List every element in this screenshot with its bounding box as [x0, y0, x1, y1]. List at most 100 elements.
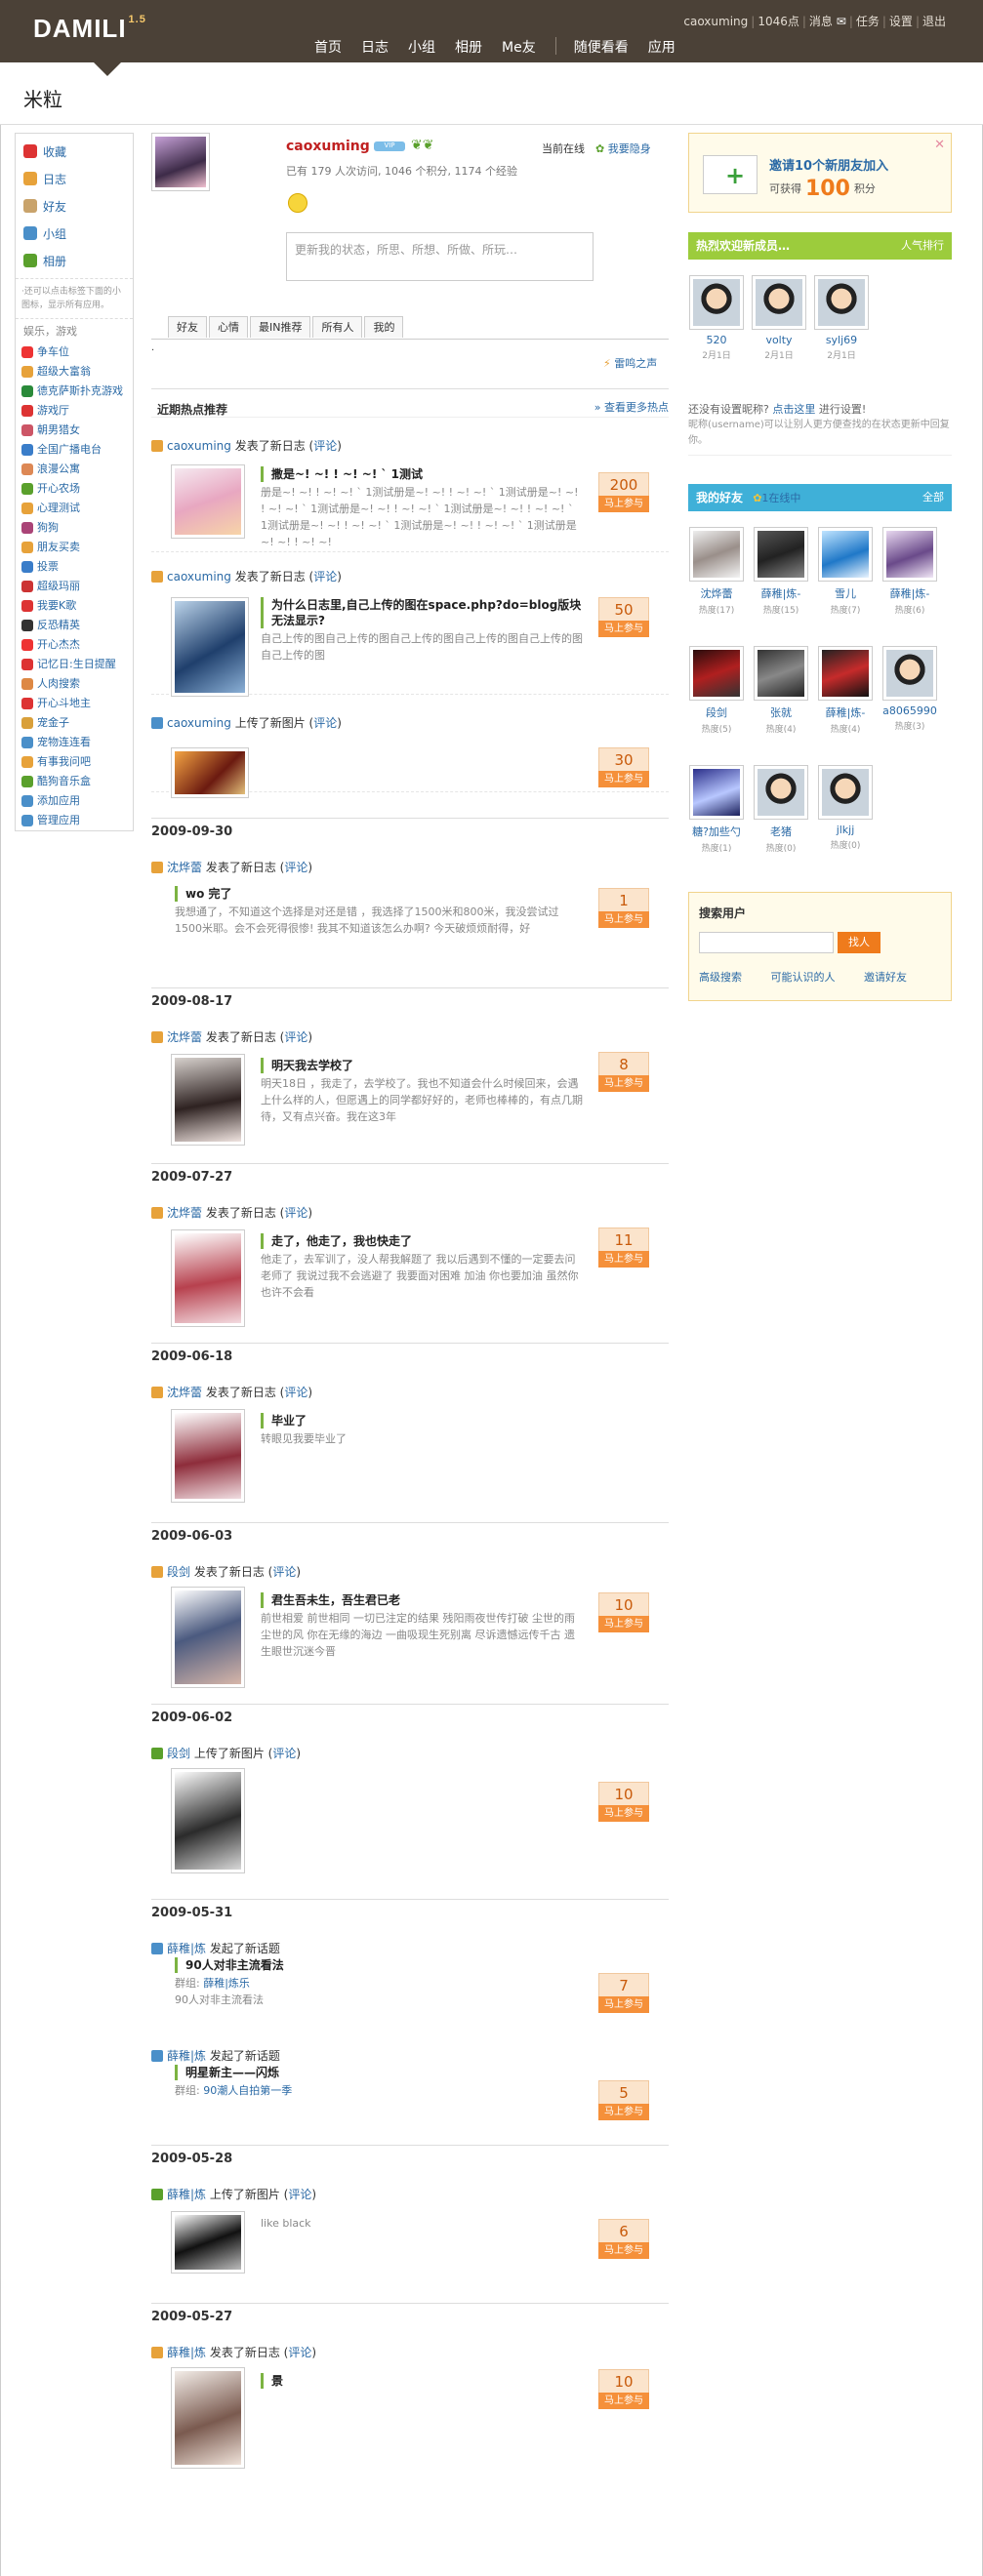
feed-user-link[interactable]: 段剑: [167, 1747, 190, 1760]
participate-button[interactable]: 7 马上参与: [598, 1973, 649, 2013]
feed-user-link[interactable]: 薛稚|炼: [167, 2346, 206, 2359]
comment-link[interactable]: 评论: [313, 570, 337, 584]
friend-avatar[interactable]: [754, 646, 808, 701]
friend-name[interactable]: 薛稚|炼-: [817, 704, 874, 720]
search-button[interactable]: 找人: [838, 932, 881, 953]
comment-link[interactable]: 评论: [288, 2188, 311, 2201]
friend-item[interactable]: 薛稚|炼- 热度(4): [817, 646, 874, 735]
comment-link[interactable]: 评论: [284, 1206, 307, 1220]
friend-avatar[interactable]: [754, 527, 808, 582]
new-member[interactable]: sylj69 2月1日: [813, 275, 870, 361]
participate-button[interactable]: 6 马上参与: [598, 2219, 649, 2259]
comment-link[interactable]: 评论: [284, 861, 307, 874]
sidebar-item-blog[interactable]: 日志: [16, 165, 133, 192]
search-input[interactable]: [699, 932, 834, 953]
nav-home[interactable]: 首页: [314, 37, 342, 57]
comment-link[interactable]: 评论: [272, 1747, 296, 1760]
points-link[interactable]: 1046点: [758, 15, 799, 28]
sidebar-item-album[interactable]: 相册: [16, 247, 133, 274]
all-friends-link[interactable]: 全部: [922, 484, 944, 511]
app-item[interactable]: 朋友买卖: [16, 538, 133, 557]
app-item[interactable]: 管理应用: [16, 811, 133, 830]
friend-item[interactable]: 糖?加些勺 热度(1): [688, 765, 745, 854]
comment-link[interactable]: 评论: [284, 1386, 307, 1399]
friend-avatar[interactable]: [689, 646, 744, 701]
feed-title[interactable]: 走了，他走了，我也快走了: [261, 1233, 583, 1249]
avatar[interactable]: [151, 133, 210, 191]
feed-thumbnail[interactable]: [171, 1054, 245, 1146]
app-item[interactable]: 宠金子: [16, 713, 133, 733]
member-name[interactable]: 520: [688, 334, 745, 346]
set-nickname-link[interactable]: 点击这里: [772, 403, 815, 416]
app-item[interactable]: 浪漫公寓: [16, 460, 133, 479]
group-link[interactable]: 90潮人自拍第一季: [203, 2084, 292, 2097]
comment-link[interactable]: 评论: [313, 716, 337, 730]
participate-button[interactable]: 50 马上参与: [598, 597, 649, 637]
friend-avatar[interactable]: [689, 527, 744, 582]
friend-item[interactable]: 沈烨蕾 热度(17): [688, 527, 745, 616]
app-item[interactable]: 超级大富翁: [16, 362, 133, 382]
feed-thumbnail[interactable]: [171, 2211, 245, 2274]
feed-user-link[interactable]: 段剑: [167, 1565, 190, 1579]
feed-title[interactable]: 景: [261, 2373, 583, 2389]
advanced-search-link[interactable]: 高级搜索: [699, 971, 742, 984]
friend-item[interactable]: 老猪 热度(0): [753, 765, 809, 854]
friend-item[interactable]: a8065990 热度(3): [881, 646, 938, 732]
friend-avatar[interactable]: [882, 646, 937, 701]
invite-link[interactable]: 邀请10个新朋友加入: [769, 155, 888, 174]
app-item[interactable]: 心理测试: [16, 499, 133, 518]
participate-button[interactable]: 11 马上参与: [598, 1228, 649, 1268]
sidebar-item-groups[interactable]: 小组: [16, 220, 133, 247]
feed-user-link[interactable]: 薛稚|炼: [167, 2188, 206, 2201]
nav-apps[interactable]: 应用: [648, 37, 676, 57]
participate-button[interactable]: 30 马上参与: [598, 747, 649, 787]
new-member[interactable]: volty 2月1日: [751, 275, 807, 361]
app-item[interactable]: 德克萨斯扑克游戏: [16, 382, 133, 401]
app-item[interactable]: 酷狗音乐盒: [16, 772, 133, 791]
tasks-link[interactable]: 任务: [856, 15, 880, 28]
new-member[interactable]: 520 2月1日: [688, 275, 745, 361]
tab-everyone[interactable]: 所有人: [312, 316, 363, 338]
app-item[interactable]: 记忆日:生日提醒: [16, 655, 133, 674]
hot-more-link[interactable]: » 查看更多热点: [594, 399, 669, 415]
app-item[interactable]: 朝男猎女: [16, 421, 133, 440]
member-avatar[interactable]: [814, 275, 869, 330]
member-avatar[interactable]: [752, 275, 806, 330]
comment-link[interactable]: 评论: [284, 1030, 307, 1044]
app-item[interactable]: 狗狗: [16, 518, 133, 538]
tab-mine[interactable]: 我的: [364, 316, 404, 338]
friend-avatar[interactable]: [754, 765, 808, 820]
app-item[interactable]: 人肉搜索: [16, 674, 133, 694]
friend-name[interactable]: 沈烨蕾: [688, 585, 745, 601]
feed-user-link[interactable]: caoxuming: [167, 570, 231, 584]
participate-button[interactable]: 10 马上参与: [598, 1782, 649, 1822]
feed-user-link[interactable]: caoxuming: [167, 716, 231, 730]
app-item[interactable]: 添加应用: [16, 791, 133, 811]
tab-mood[interactable]: 心情: [209, 316, 248, 338]
comment-link[interactable]: 评论: [288, 2346, 311, 2359]
app-item[interactable]: 开心斗地主: [16, 694, 133, 713]
app-item[interactable]: 全国广播电台: [16, 440, 133, 460]
site-logo[interactable]: DAMILI 1.5: [33, 14, 146, 44]
feed-thumbnail[interactable]: [171, 1409, 245, 1503]
tab-recommend[interactable]: 最IN推荐: [250, 316, 311, 338]
feed-user-link[interactable]: 薛稚|炼: [167, 2049, 206, 2063]
feed-title[interactable]: 为什么日志里,自己上传的图在space.php?do=blog版块无法显示?: [261, 597, 583, 628]
feed-thumbnail[interactable]: [171, 1229, 245, 1327]
friend-name[interactable]: 糖?加些勺: [688, 824, 745, 839]
participate-button[interactable]: 10 马上参与: [598, 2369, 649, 2409]
friend-name[interactable]: 张就: [753, 704, 809, 720]
nav-friends[interactable]: Me友: [502, 37, 536, 57]
member-avatar[interactable]: [689, 275, 744, 330]
feed-thumbnail[interactable]: [171, 1768, 245, 1873]
mail-icon[interactable]: ✉: [837, 15, 846, 28]
app-item[interactable]: 开心杰杰: [16, 635, 133, 655]
app-item[interactable]: 宠物连连看: [16, 733, 133, 752]
feed-title[interactable]: wo 完了: [175, 886, 565, 902]
friend-avatar[interactable]: [818, 527, 873, 582]
comment-link[interactable]: 评论: [313, 439, 337, 453]
group-link[interactable]: 薛稚|炼乐: [203, 1977, 250, 1990]
feed-user-link[interactable]: 沈烨蕾: [167, 861, 202, 874]
friend-item[interactable]: 段剑 热度(5): [688, 646, 745, 735]
friend-item[interactable]: 薛稚|炼- 热度(15): [753, 527, 809, 616]
